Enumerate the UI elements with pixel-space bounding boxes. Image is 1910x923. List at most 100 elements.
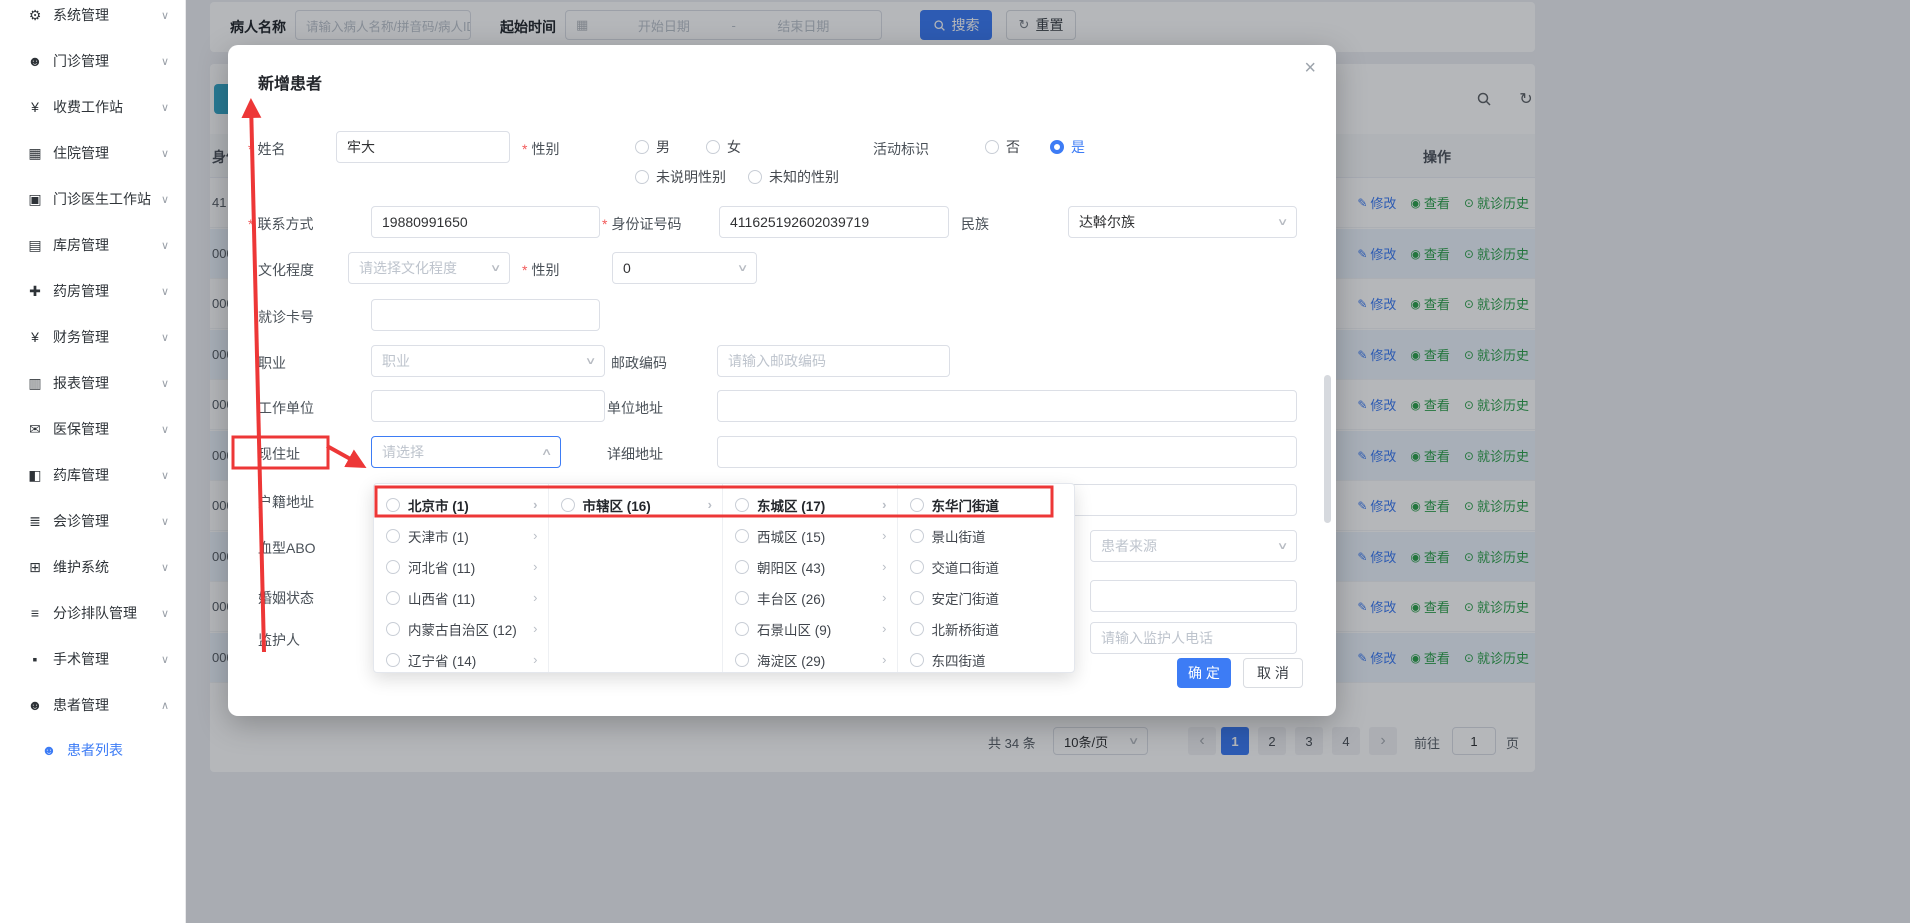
cascader-option-chaoyang[interactable]: 朝阳区 (43)› xyxy=(723,551,897,582)
sidebar-item-insurance-mgmt[interactable]: ✉医保管理∨ xyxy=(0,406,185,452)
radio-icon xyxy=(735,622,749,636)
dialog-scrollbar[interactable] xyxy=(1324,375,1331,523)
cascader-option-tianjin[interactable]: 天津市 (1)› xyxy=(374,520,548,551)
sidebar-item-outpatient-mgmt[interactable]: ☻门诊管理∨ xyxy=(0,38,185,84)
current-address-label: 现住址 xyxy=(258,444,300,464)
education-select[interactable]: 请选择文化程度∨ xyxy=(348,252,510,284)
chevron-down-icon: ∨ xyxy=(161,285,169,298)
gender2-select[interactable]: 0∨ xyxy=(612,252,757,284)
cascader-option-beijing[interactable]: 北京市 (1)› xyxy=(374,489,548,520)
sidebar-item-consultation-mgmt[interactable]: ≣会诊管理∨ xyxy=(0,498,185,544)
gender-male-radio[interactable]: 男 xyxy=(635,139,670,155)
occupation-label: 职业 xyxy=(258,353,286,373)
radio-icon xyxy=(706,140,720,154)
name-input[interactable]: 牢大 xyxy=(336,131,510,163)
active-no-radio[interactable]: 否 xyxy=(985,139,1020,155)
guardian-phone-placeholder: 请输入监护人电话 xyxy=(1101,628,1213,648)
radio-icon xyxy=(386,498,400,512)
radio-icon xyxy=(910,622,924,636)
radio-icon xyxy=(910,498,924,512)
chevron-down-icon: ∨ xyxy=(736,263,748,274)
sidebar-item-billing-workstation[interactable]: ¥收费工作站∨ xyxy=(0,84,185,130)
cascader-option-beixinqiao[interactable]: 北新桥街道 xyxy=(898,613,1075,644)
sidebar-item-report-mgmt[interactable]: ▥报表管理∨ xyxy=(0,360,185,406)
cascader-option-dongcheng[interactable]: 东城区 (17)› xyxy=(723,489,897,520)
sidebar-item-patient-list[interactable]: ☻ 患者列表 xyxy=(0,728,185,772)
unit-address-input[interactable] xyxy=(717,390,1297,422)
sidebar-item-pharmacy-mgmt[interactable]: ✚药房管理∨ xyxy=(0,268,185,314)
active-flag-label: 活动标识 xyxy=(873,139,929,159)
cascader-option-neimenggu[interactable]: 内蒙古自治区 (12)› xyxy=(374,613,548,644)
card-number-input[interactable] xyxy=(371,299,600,331)
guardian-phone-input[interactable]: 请输入监护人电话 xyxy=(1090,622,1297,654)
occupation-placeholder: 职业 xyxy=(382,351,410,371)
ethnic-select[interactable]: 达斡尔族∨ xyxy=(1068,206,1297,238)
gear-icon: ⚙ xyxy=(26,7,44,24)
radio-icon xyxy=(386,591,400,605)
mail-icon: ✉ xyxy=(26,421,44,438)
option-label: 天津市 (1) xyxy=(408,526,469,546)
chevron-right-icon: › xyxy=(882,497,886,512)
postal-input[interactable]: 请输入邮政编码 xyxy=(717,345,950,377)
radio-label: 男 xyxy=(656,137,670,157)
detail-address-input[interactable] xyxy=(717,436,1297,468)
radio-icon xyxy=(635,140,649,154)
patient-source-select[interactable]: 患者来源∨ xyxy=(1090,530,1297,562)
sidebar-item-surgery-mgmt[interactable]: ▪手术管理∨ xyxy=(0,636,185,682)
cascader-option-shijingshan[interactable]: 石景山区 (9)› xyxy=(723,613,897,644)
list-icon: ≣ xyxy=(26,513,44,530)
radio-icon xyxy=(386,622,400,636)
cascader-option-andingmen[interactable]: 安定门街道 xyxy=(898,582,1075,613)
cascader-option-donghuamen[interactable]: 东华门街道 xyxy=(898,489,1075,520)
cascader-option-haidian[interactable]: 海淀区 (29)› xyxy=(723,644,897,673)
idcard-input[interactable]: 411625192602039719 xyxy=(719,206,949,238)
cascader-option-fengtai[interactable]: 丰台区 (26)› xyxy=(723,582,897,613)
gender-label: 性别 xyxy=(522,139,559,159)
cascader-option-xicheng[interactable]: 西城区 (15)› xyxy=(723,520,897,551)
cascader-option-jiaodaokou[interactable]: 交道口街道 xyxy=(898,551,1075,582)
cancel-button[interactable]: 取 消 xyxy=(1243,658,1303,688)
cascader-option-dongsi[interactable]: 东四街道 xyxy=(898,644,1075,673)
option-label: 石景山区 (9) xyxy=(757,619,831,639)
sidebar-item-label: 报表管理 xyxy=(53,373,161,393)
gender-female-radio[interactable]: 女 xyxy=(706,139,741,155)
option-label: 内蒙古自治区 (12) xyxy=(408,619,517,639)
gender-unknown-radio[interactable]: 未知的性别 xyxy=(748,169,839,185)
radio-label: 否 xyxy=(1006,137,1020,157)
cascader-option-shixiaqu[interactable]: 市辖区 (16)› xyxy=(549,489,723,520)
radio-icon xyxy=(735,591,749,605)
option-label: 河北省 (11) xyxy=(408,557,475,577)
sidebar-item-outpatient-doctor-workstation[interactable]: ▣门诊医生工作站∨ xyxy=(0,176,185,222)
gender-unspecified-radio[interactable]: 未说明性别 xyxy=(635,169,726,185)
sidebar-item-warehouse-mgmt[interactable]: ▤库房管理∨ xyxy=(0,222,185,268)
sidebar-item-maintenance-system[interactable]: ⊞维护系统∨ xyxy=(0,544,185,590)
contact-input[interactable]: 19880991650 xyxy=(371,206,600,238)
idcard-value: 411625192602039719 xyxy=(730,214,869,230)
sidebar-item-triage-queue-mgmt[interactable]: ≡分诊排队管理∨ xyxy=(0,590,185,636)
sidebar-item-drugstore-mgmt[interactable]: ◧药库管理∨ xyxy=(0,452,185,498)
patient-source-placeholder: 患者来源 xyxy=(1101,536,1157,556)
option-label: 山西省 (11) xyxy=(408,588,475,608)
current-address-select[interactable]: 请选择∧ xyxy=(371,436,561,468)
ethnic-value: 达斡尔族 xyxy=(1079,212,1135,232)
work-unit-input[interactable] xyxy=(371,390,605,422)
cascader-option-shanxi[interactable]: 山西省 (11)› xyxy=(374,582,548,613)
active-yes-radio[interactable]: 是 xyxy=(1050,139,1085,155)
sidebar-subitem-label: 患者列表 xyxy=(67,740,123,760)
education-placeholder: 请选择文化程度 xyxy=(359,258,457,278)
chevron-down-icon: ∨ xyxy=(161,515,169,528)
square-icon: ▪ xyxy=(26,651,44,667)
occupation-select[interactable]: 职业∨ xyxy=(371,345,605,377)
cascader-option-hebei[interactable]: 河北省 (11)› xyxy=(374,551,548,582)
sidebar-item-system-mgmt[interactable]: ⚙系统管理∨ xyxy=(0,0,185,38)
sidebar-item-label: 财务管理 xyxy=(53,327,161,347)
sidebar-item-patient-mgmt[interactable]: ☻患者管理∧ xyxy=(0,682,185,728)
chevron-right-icon: › xyxy=(533,652,537,667)
cascader-option-jingshan[interactable]: 景山街道 xyxy=(898,520,1075,551)
cascader-option-liaoning[interactable]: 辽宁省 (14)› xyxy=(374,644,548,673)
sidebar-item-inpatient-mgmt[interactable]: ▦住院管理∨ xyxy=(0,130,185,176)
sidebar-item-finance-mgmt[interactable]: ¥财务管理∨ xyxy=(0,314,185,360)
marital-input[interactable] xyxy=(1090,580,1297,612)
close-icon[interactable]: × xyxy=(1304,57,1316,80)
confirm-button[interactable]: 确 定 xyxy=(1177,658,1231,688)
